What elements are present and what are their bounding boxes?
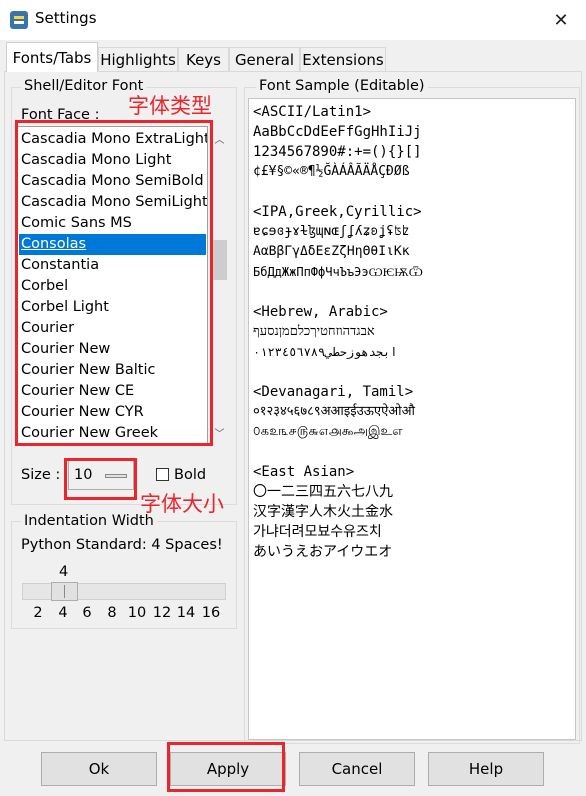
indentation-slider-handle[interactable]: [51, 582, 78, 601]
close-icon[interactable]: ✕: [546, 6, 576, 34]
slider-tick-label: 6: [82, 605, 92, 621]
sample-line: あいうえおアイウエオ: [253, 544, 393, 560]
tab-fonts-tabs[interactable]: Fonts/Tabs: [6, 42, 98, 72]
bold-label: Bold: [174, 467, 207, 483]
sample-line: <Hebrew, Arabic>: [253, 304, 388, 320]
bold-checkbox[interactable]: [156, 468, 169, 481]
ok-button-label: Ok: [88, 760, 110, 778]
font-face-highlight-box: [15, 120, 213, 446]
sample-line: ௦௧௨௩௪௫௬௭௮௯அஇஉஎ: [253, 424, 403, 439]
slider-tick-label: 12: [152, 605, 172, 621]
font-sample-textarea[interactable]: <ASCII/Latin1> AaBbCcDdEeFfGgHhIiJj 1234…: [248, 98, 576, 740]
sample-line: БбДдЖжПпФфЧчЪъЭэѠѤѬѾ: [253, 265, 423, 279]
sample-line: אבגדהוזחטיךכלםמןנסעף: [253, 324, 375, 339]
cancel-button-label: Cancel: [331, 760, 383, 778]
tab-keys[interactable]: Keys: [178, 47, 229, 71]
sample-line: AaBbCcDdEeFfGgHhIiJj: [253, 124, 422, 140]
tab-general[interactable]: General: [229, 47, 300, 71]
title-bar: Settings ✕: [0, 0, 586, 40]
sample-line: 汉字漢字人木火土金水: [253, 504, 393, 520]
app-icon: [10, 11, 28, 29]
tab-label: General: [234, 50, 295, 69]
sample-line: ɐɕɘɞɟɤɫɮɰɴɶʃʆʎʑʚʝʢʦʫ: [253, 224, 410, 239]
slider-tick-label: 8: [107, 605, 117, 621]
settings-window: Settings ✕ Fonts/Tabs Highlights Keys Ge…: [0, 0, 586, 796]
size-label: Size :: [21, 467, 61, 483]
tab-label: Extensions: [302, 50, 384, 69]
window-title: Settings: [35, 9, 97, 27]
font-size-highlight-box: [64, 458, 137, 500]
font-sample-legend: Font Sample (Editable): [256, 78, 428, 94]
tab-highlights[interactable]: Highlights: [98, 47, 178, 71]
sample-line: ¢£¥§©«®¶½ĞÀÁÂÃÄÅÇÐØß: [253, 164, 410, 179]
help-button-label: Help: [468, 760, 504, 778]
sample-line: ΑαΒβΓγΔδΕεΖζΗηΘθΙιΚκ: [253, 244, 410, 259]
tab-label: Fonts/Tabs: [12, 48, 92, 67]
sample-line: 가냐더려모뵤수유즈치: [253, 524, 382, 540]
ok-button[interactable]: Ok: [41, 752, 157, 786]
tab-extensions[interactable]: Extensions: [300, 47, 386, 71]
slider-tick-label: 4: [58, 605, 68, 621]
sample-line: 〇一二三四五六七八九: [253, 484, 393, 500]
indentation-current-value: 4: [59, 564, 69, 580]
slider-tick-label: 2: [33, 605, 43, 621]
indentation-group-legend: Indentation Width: [21, 513, 157, 529]
sample-line: <IPA,Greek,Cyrillic>: [253, 204, 422, 220]
help-button[interactable]: Help: [428, 752, 544, 786]
slider-tick-label: 10: [127, 605, 147, 621]
slider-tick-label: 16: [201, 605, 221, 621]
indentation-description: Python Standard: 4 Spaces!: [21, 537, 223, 553]
tab-label: Highlights: [100, 50, 176, 69]
sample-line: <Devanagari, Tamil>: [253, 384, 414, 400]
apply-highlight-box: [167, 742, 285, 792]
tab-label: Keys: [185, 50, 221, 69]
sample-line: ०१२३४५६७८९अआइईउऊएऐओऔ: [253, 404, 415, 419]
font-type-annotation: 字体类型: [128, 94, 212, 118]
scroll-thumb[interactable]: [212, 240, 227, 280]
sample-line: ابجدهوزحطي٠١٢٣٤٥٦٧٨٩: [253, 345, 398, 359]
sample-line: <East Asian>: [253, 464, 355, 480]
sample-line: 1234567890#:+=(){}[]: [253, 144, 422, 160]
cancel-button[interactable]: Cancel: [299, 752, 415, 786]
sample-line: <ASCII/Latin1>: [253, 104, 372, 120]
slider-tick-label: 14: [176, 605, 196, 621]
